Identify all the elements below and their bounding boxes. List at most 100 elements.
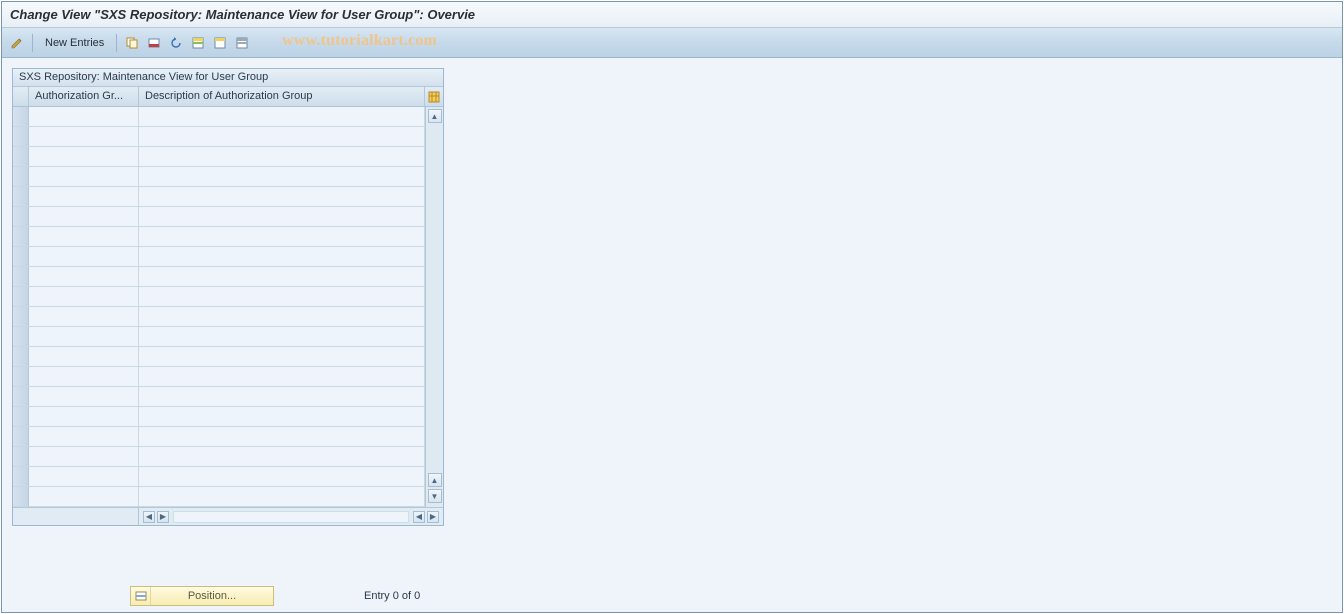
table-row bbox=[13, 487, 425, 507]
row-selector[interactable] bbox=[13, 427, 29, 446]
cell-description[interactable] bbox=[139, 147, 425, 166]
row-selector[interactable] bbox=[13, 327, 29, 346]
scroll-up-button[interactable]: ▲ bbox=[428, 109, 442, 123]
table-row bbox=[13, 367, 425, 387]
cell-description[interactable] bbox=[139, 327, 425, 346]
cell-description[interactable] bbox=[139, 487, 425, 506]
table-row bbox=[13, 207, 425, 227]
copy-button[interactable] bbox=[123, 34, 141, 52]
toolbar-separator bbox=[116, 34, 117, 52]
toggle-mode-button[interactable] bbox=[8, 34, 26, 52]
page-title: Change View "SXS Repository: Maintenance… bbox=[10, 7, 475, 22]
cell-description[interactable] bbox=[139, 267, 425, 286]
cell-auth-group[interactable] bbox=[29, 447, 139, 466]
vertical-scrollbar[interactable]: ▲ ▲ ▼ bbox=[425, 107, 443, 507]
cell-auth-group[interactable] bbox=[29, 307, 139, 326]
cell-description[interactable] bbox=[139, 167, 425, 186]
cell-auth-group[interactable] bbox=[29, 327, 139, 346]
cell-auth-group[interactable] bbox=[29, 387, 139, 406]
title-bar: Change View "SXS Repository: Maintenance… bbox=[2, 2, 1342, 28]
new-entries-button[interactable]: New Entries bbox=[39, 33, 110, 53]
cell-description[interactable] bbox=[139, 307, 425, 326]
row-selector[interactable] bbox=[13, 307, 29, 326]
row-selector[interactable] bbox=[13, 167, 29, 186]
cell-description[interactable] bbox=[139, 387, 425, 406]
row-selector[interactable] bbox=[13, 367, 29, 386]
cell-description[interactable] bbox=[139, 107, 425, 126]
horizontal-scroll-track[interactable] bbox=[173, 511, 409, 523]
cell-auth-group[interactable] bbox=[29, 247, 139, 266]
cell-auth-group[interactable] bbox=[29, 227, 139, 246]
row-selector[interactable] bbox=[13, 127, 29, 146]
row-selector[interactable] bbox=[13, 227, 29, 246]
select-all-button[interactable] bbox=[189, 34, 207, 52]
cell-auth-group[interactable] bbox=[29, 187, 139, 206]
scroll-left-end-button[interactable]: ◀ bbox=[413, 511, 425, 523]
cell-description[interactable] bbox=[139, 407, 425, 426]
scroll-left-button[interactable]: ◀ bbox=[143, 511, 155, 523]
position-icon bbox=[135, 590, 147, 602]
cell-description[interactable] bbox=[139, 367, 425, 386]
cell-description[interactable] bbox=[139, 127, 425, 146]
table-row bbox=[13, 227, 425, 247]
cell-auth-group[interactable] bbox=[29, 107, 139, 126]
cell-description[interactable] bbox=[139, 427, 425, 446]
select-block-button[interactable] bbox=[211, 34, 229, 52]
scroll-down-button-2[interactable]: ▼ bbox=[428, 489, 442, 503]
table-row bbox=[13, 147, 425, 167]
table-rows bbox=[13, 107, 425, 507]
delete-button[interactable] bbox=[145, 34, 163, 52]
row-selector[interactable] bbox=[13, 467, 29, 486]
deselect-all-button[interactable] bbox=[233, 34, 251, 52]
row-selector[interactable] bbox=[13, 107, 29, 126]
row-selector[interactable] bbox=[13, 347, 29, 366]
entry-count-text: Entry 0 of 0 bbox=[364, 590, 420, 602]
new-entries-label: New Entries bbox=[45, 37, 104, 49]
cell-description[interactable] bbox=[139, 447, 425, 466]
undo-button[interactable] bbox=[167, 34, 185, 52]
row-selector[interactable] bbox=[13, 147, 29, 166]
table-row bbox=[13, 427, 425, 447]
cell-auth-group[interactable] bbox=[29, 367, 139, 386]
scroll-down-button[interactable]: ▲ bbox=[428, 473, 442, 487]
select-all-icon bbox=[191, 36, 205, 50]
position-button[interactable]: Position... bbox=[130, 586, 274, 606]
table-row bbox=[13, 467, 425, 487]
row-selector[interactable] bbox=[13, 287, 29, 306]
cell-auth-group[interactable] bbox=[29, 267, 139, 286]
row-selector-header bbox=[13, 87, 29, 106]
cell-auth-group[interactable] bbox=[29, 167, 139, 186]
row-selector[interactable] bbox=[13, 207, 29, 226]
column-header-auth-group[interactable]: Authorization Gr... bbox=[29, 87, 139, 106]
cell-description[interactable] bbox=[139, 247, 425, 266]
cell-auth-group[interactable] bbox=[29, 207, 139, 226]
cell-description[interactable] bbox=[139, 207, 425, 226]
cell-description[interactable] bbox=[139, 187, 425, 206]
cell-description[interactable] bbox=[139, 467, 425, 486]
row-selector[interactable] bbox=[13, 387, 29, 406]
row-selector[interactable] bbox=[13, 247, 29, 266]
cell-auth-group[interactable] bbox=[29, 467, 139, 486]
cell-description[interactable] bbox=[139, 227, 425, 246]
row-selector[interactable] bbox=[13, 187, 29, 206]
scroll-right-button[interactable]: ▶ bbox=[157, 511, 169, 523]
cell-auth-group[interactable] bbox=[29, 127, 139, 146]
cell-auth-group[interactable] bbox=[29, 427, 139, 446]
cell-auth-group[interactable] bbox=[29, 347, 139, 366]
table-config-button[interactable] bbox=[425, 87, 443, 106]
row-selector[interactable] bbox=[13, 267, 29, 286]
cell-auth-group[interactable] bbox=[29, 407, 139, 426]
toolbar-separator bbox=[32, 34, 33, 52]
cell-description[interactable] bbox=[139, 287, 425, 306]
undo-icon bbox=[169, 36, 183, 50]
footer-bar: Position... Entry 0 of 0 bbox=[2, 580, 1342, 612]
column-header-description[interactable]: Description of Authorization Group bbox=[139, 87, 425, 106]
cell-description[interactable] bbox=[139, 347, 425, 366]
row-selector[interactable] bbox=[13, 447, 29, 466]
cell-auth-group[interactable] bbox=[29, 487, 139, 506]
cell-auth-group[interactable] bbox=[29, 287, 139, 306]
scroll-right-end-button[interactable]: ▶ bbox=[427, 511, 439, 523]
row-selector[interactable] bbox=[13, 407, 29, 426]
cell-auth-group[interactable] bbox=[29, 147, 139, 166]
row-selector[interactable] bbox=[13, 487, 29, 506]
